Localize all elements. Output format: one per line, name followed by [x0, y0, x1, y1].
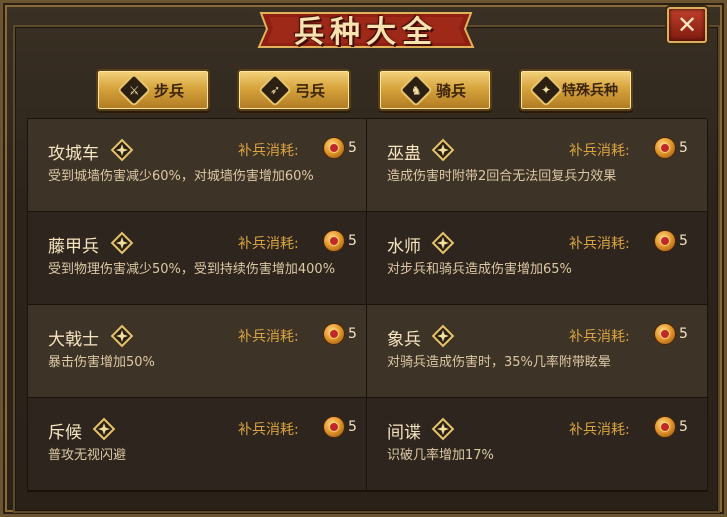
coin-icon	[323, 416, 345, 438]
tab-label: 步兵	[153, 81, 184, 100]
coin-icon	[654, 416, 676, 438]
tab-special-troops[interactable]: ✦ 特殊兵种	[519, 69, 633, 111]
cavalry-icon: ♞	[399, 73, 433, 107]
unit-description: 暴击伤害增加50%	[48, 355, 155, 370]
close-x-icon: ✕	[676, 11, 698, 39]
unit-grid: 攻城车 补兵消耗: 5 受到城墙伤害减少60%，对城墙伤害增加60% 巫蛊 补兵消耗: 5…	[27, 118, 708, 492]
unit-type-badge-icon[interactable]	[110, 324, 134, 348]
coin-icon	[654, 230, 676, 252]
cost-value: 5	[348, 419, 357, 435]
unit-description: 造成伤害时附带2回合无法回复兵力效果	[387, 169, 617, 184]
unit-card[interactable]: 攻城车 补兵消耗: 5 受到城墙伤害减少60%，对城墙伤害增加60%	[28, 119, 367, 212]
unit-description: 受到城墙伤害减少60%，对城墙伤害增加60%	[48, 169, 314, 184]
unit-name: 大戟士	[48, 330, 99, 350]
tab-label: 弓兵	[294, 81, 325, 100]
cost-value: 5	[679, 419, 688, 435]
tab-cavalry[interactable]: ♞ 骑兵	[378, 69, 492, 111]
coin-icon	[654, 137, 676, 159]
unit-name: 象兵	[387, 330, 421, 350]
unit-type-badge-icon[interactable]	[110, 138, 134, 162]
tab-label: 骑兵	[435, 81, 466, 100]
cost-label: 补兵消耗:	[238, 143, 299, 159]
unit-type-badge-icon[interactable]	[431, 324, 455, 348]
cost-label: 补兵消耗:	[238, 422, 299, 438]
unit-name: 水师	[387, 237, 421, 257]
unit-type-badge-icon[interactable]	[92, 417, 116, 441]
tab-infantry[interactable]: ⚔ 步兵	[96, 69, 210, 111]
cost-label: 补兵消耗:	[238, 236, 299, 252]
close-button[interactable]: ✕	[667, 7, 707, 43]
unit-name: 斥候	[48, 423, 82, 443]
unit-type-badge-icon[interactable]	[110, 231, 134, 255]
infantry-icon: ⚔	[117, 73, 151, 107]
unit-description: 对骑兵造成伤害时，35%几率附带眩晕	[387, 355, 611, 370]
unit-name: 藤甲兵	[48, 237, 99, 257]
unit-name: 巫蛊	[387, 144, 421, 164]
cost-value: 5	[348, 140, 357, 156]
troop-type-tabs: ⚔ 步兵 ➶ 弓兵 ♞ 骑兵 ✦ 特殊兵种	[96, 69, 641, 113]
cost-value: 5	[679, 326, 688, 342]
unit-name: 间谍	[387, 423, 421, 443]
cost-value: 5	[679, 233, 688, 249]
cost-label: 补兵消耗:	[569, 236, 630, 252]
unit-card[interactable]: 大戟士 补兵消耗: 5 暴击伤害增加50%	[28, 305, 367, 398]
coin-icon	[323, 137, 345, 159]
troop-encyclopedia-panel: 兵种大全 ✕ ⚔ 步兵 ➶ 弓兵 ♞ 骑兵 ✦ 特殊兵种 攻城车 补兵消耗: 5 受到…	[0, 0, 727, 517]
unit-card[interactable]: 水师 补兵消耗: 5 对步兵和骑兵造成伤害增加65%	[367, 212, 708, 305]
unit-description: 对步兵和骑兵造成伤害增加65%	[387, 262, 572, 277]
cost-value: 5	[348, 233, 357, 249]
unit-type-badge-icon[interactable]	[431, 417, 455, 441]
unit-description: 普攻无视闪避	[48, 448, 127, 463]
title-banner: 兵种大全	[251, 3, 481, 55]
cost-label: 补兵消耗:	[569, 422, 630, 438]
unit-card[interactable]: 间谍 补兵消耗: 5 识破几率增加17%	[367, 398, 708, 491]
unit-card[interactable]: 巫蛊 补兵消耗: 5 造成伤害时附带2回合无法回复兵力效果	[367, 119, 708, 212]
cost-value: 5	[679, 140, 688, 156]
unit-description: 识破几率增加17%	[387, 448, 494, 463]
unit-type-badge-icon[interactable]	[431, 231, 455, 255]
unit-description: 受到物理伤害减少50%，受到持续伤害增加400%	[48, 262, 336, 277]
unit-type-badge-icon[interactable]	[431, 138, 455, 162]
cost-label: 补兵消耗:	[569, 143, 630, 159]
unit-name: 攻城车	[48, 144, 99, 164]
unit-card[interactable]: 象兵 补兵消耗: 5 对骑兵造成伤害时，35%几率附带眩晕	[367, 305, 708, 398]
cost-label: 补兵消耗:	[569, 329, 630, 345]
cost-label: 补兵消耗:	[238, 329, 299, 345]
coin-icon	[323, 323, 345, 345]
unit-card[interactable]: 斥候 补兵消耗: 5 普攻无视闪避	[28, 398, 367, 491]
page-title: 兵种大全	[294, 15, 438, 50]
cost-value: 5	[348, 326, 357, 342]
unit-card[interactable]: 藤甲兵 补兵消耗: 5 受到物理伤害减少50%，受到持续伤害增加400%	[28, 212, 367, 305]
tab-label: 特殊兵种	[562, 83, 618, 99]
coin-icon	[323, 230, 345, 252]
tab-archer[interactable]: ➶ 弓兵	[237, 69, 351, 111]
coin-icon	[654, 323, 676, 345]
archer-icon: ➶	[258, 73, 292, 107]
special-troop-icon: ✦	[529, 73, 563, 107]
